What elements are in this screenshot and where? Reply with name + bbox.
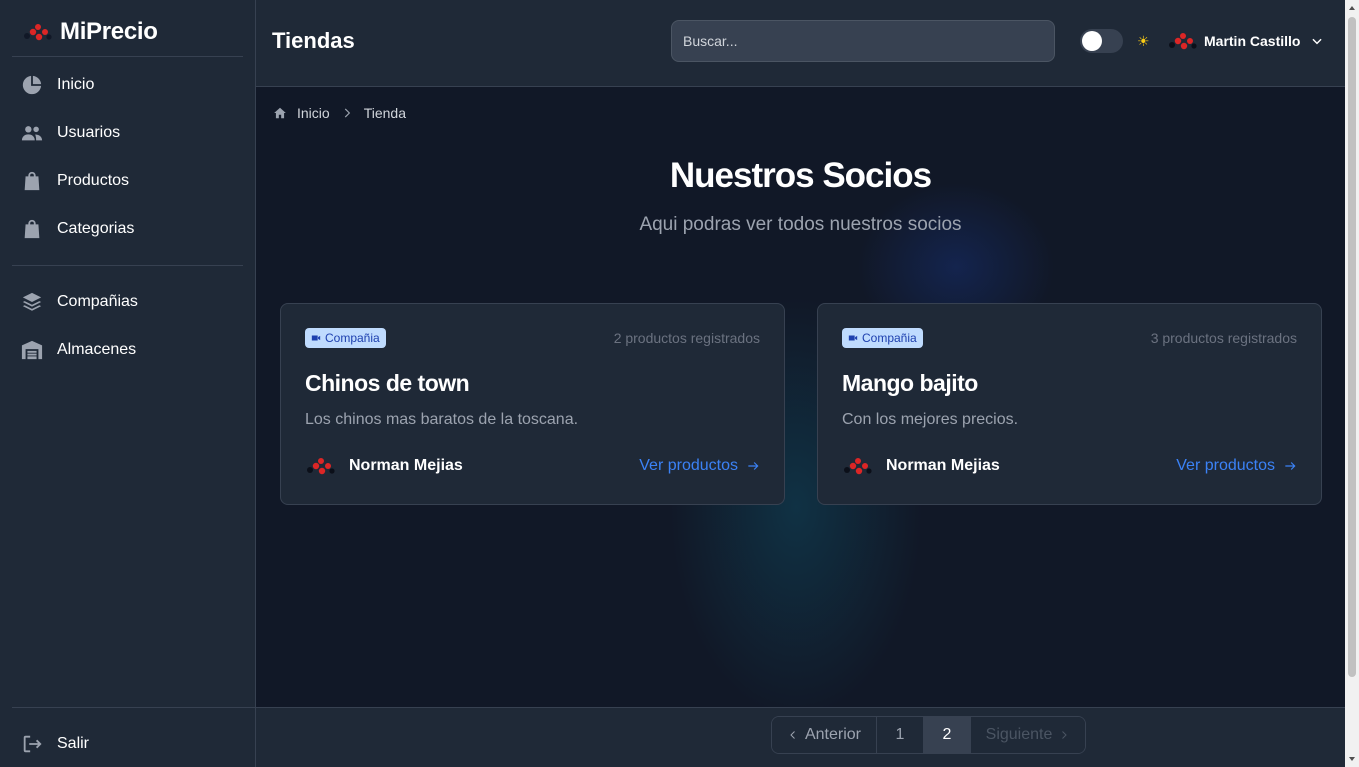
main-content: Inicio Tienda Nuestros Socios Aqui podra…	[256, 87, 1345, 707]
sidebar-item-label: Categorias	[57, 220, 135, 237]
product-count: 3 productos registrados	[1150, 330, 1297, 346]
prev-page-button[interactable]: Anterior	[772, 717, 877, 753]
link-label: Ver productos	[639, 457, 738, 474]
breadcrumb: Inicio Tienda	[273, 105, 406, 121]
video-icon	[311, 335, 321, 341]
company-card: Compañia 2 productos registrados Chinos …	[280, 303, 785, 505]
sidebar: MiPrecio Inicio Usuarios Productos Categ…	[0, 0, 256, 767]
page-title: Tiendas	[272, 28, 355, 53]
breadcrumb-home[interactable]: Inicio	[297, 105, 330, 121]
logo-icon	[24, 24, 52, 41]
prev-label: Anterior	[804, 726, 862, 743]
sidebar-divider	[12, 56, 243, 57]
scrollbar-thumb[interactable]	[1348, 17, 1356, 677]
page-button-1[interactable]: 1	[877, 717, 924, 753]
sidebar-divider	[12, 707, 255, 708]
chevron-left-icon	[790, 731, 795, 739]
sidebar-item-label: Inicio	[57, 76, 95, 93]
hero-subtitle: Aqui podras ver todos nuestros socios	[639, 214, 962, 235]
badge-label: Compañia	[325, 331, 380, 345]
chevron-right-icon	[344, 108, 350, 118]
layers-icon	[22, 292, 42, 311]
avatar	[307, 458, 335, 475]
company-badge: Compañia	[842, 328, 923, 348]
link-label: Ver productos	[1176, 457, 1275, 474]
top-header: Tiendas ☀ Martin Castillo	[256, 0, 1345, 87]
view-products-link[interactable]: Ver productos	[1176, 457, 1297, 475]
sidebar-item-label: Usuarios	[57, 124, 121, 141]
avatar	[844, 458, 872, 475]
footer: Anterior 1 2 Siguiente	[256, 707, 1345, 767]
shopping-bag-icon	[24, 219, 40, 239]
theme-toggle[interactable]	[1080, 29, 1123, 53]
scroll-up-arrow-icon[interactable]	[1348, 4, 1356, 12]
scrollbar[interactable]	[1345, 0, 1359, 767]
sidebar-item-usuarios[interactable]: Usuarios	[12, 113, 243, 153]
brand[interactable]: MiPrecio	[22, 16, 158, 48]
scroll-down-arrow-icon[interactable]	[1348, 755, 1356, 763]
card-owner: Norman Mejias	[305, 456, 463, 476]
warehouse-icon	[21, 340, 43, 360]
owner-name: Norman Mejias	[886, 457, 1000, 474]
badge-label: Compañia	[862, 331, 917, 345]
breadcrumb-current: Tienda	[363, 105, 406, 121]
home-icon	[274, 107, 286, 119]
card-owner: Norman Mejias	[842, 456, 1000, 476]
pie-chart-icon	[22, 75, 42, 95]
card-title: Chinos de town	[305, 370, 470, 396]
owner-name: Norman Mejias	[349, 457, 463, 474]
logout-button[interactable]: Salir	[12, 724, 243, 764]
view-products-link[interactable]: Ver productos	[639, 457, 760, 475]
sidebar-item-inicio[interactable]: Inicio	[12, 65, 243, 105]
chevron-right-icon	[1062, 731, 1068, 739]
shopping-bag-icon	[24, 171, 40, 191]
users-icon	[21, 126, 43, 141]
sun-icon: ☀	[1137, 33, 1150, 49]
arrow-right-icon	[1285, 462, 1296, 470]
video-icon	[848, 335, 858, 341]
logout-label: Salir	[57, 735, 90, 752]
sidebar-item-companias[interactable]: Compañias	[12, 282, 243, 322]
brand-name: MiPrecio	[60, 18, 158, 45]
user-name: Martin Castillo	[1204, 33, 1301, 49]
sidebar-item-label: Productos	[57, 172, 130, 189]
toggle-knob	[1082, 31, 1102, 51]
next-label: Siguiente	[985, 726, 1053, 743]
hero-title: Nuestros Socios	[669, 156, 932, 195]
page-button-2[interactable]: 2	[924, 717, 971, 753]
company-card: Compañia 3 productos registrados Mango b…	[817, 303, 1322, 505]
chevron-down-icon	[1312, 38, 1323, 45]
arrow-right-icon	[748, 462, 759, 470]
search-input[interactable]	[671, 20, 1055, 62]
sidebar-item-categorias[interactable]: Categorias	[12, 209, 243, 249]
sidebar-item-almacenes[interactable]: Almacenes	[12, 330, 243, 370]
next-page-button[interactable]: Siguiente	[971, 717, 1085, 753]
card-description: Los chinos mas baratos de la toscana.	[305, 411, 579, 428]
product-count: 2 productos registrados	[613, 330, 760, 346]
sidebar-divider	[12, 265, 243, 266]
sidebar-item-label: Almacenes	[57, 341, 137, 358]
logout-icon	[23, 735, 42, 753]
avatar	[1169, 33, 1197, 50]
card-description: Con los mejores precios.	[842, 411, 1019, 428]
company-badge: Compañia	[305, 328, 386, 348]
sidebar-item-label: Compañias	[57, 293, 138, 310]
card-title: Mango bajito	[842, 370, 978, 396]
sidebar-item-productos[interactable]: Productos	[12, 161, 243, 201]
user-menu[interactable]: Martin Castillo	[1166, 27, 1324, 55]
pagination: Anterior 1 2 Siguiente	[771, 716, 1086, 754]
